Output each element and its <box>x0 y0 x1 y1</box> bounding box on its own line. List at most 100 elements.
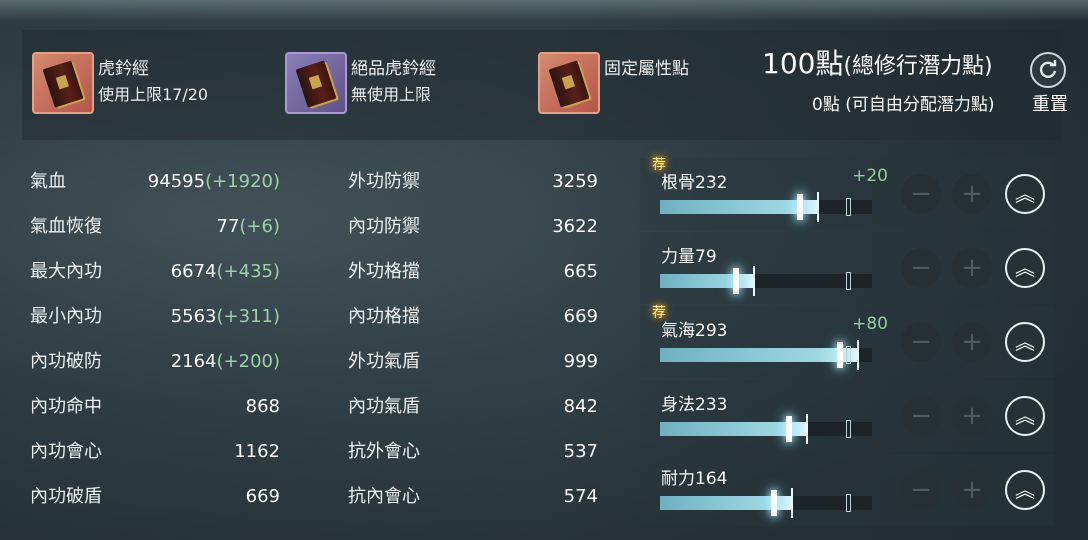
stat-value: 77 <box>216 216 240 237</box>
attribute-bar <box>660 192 872 222</box>
attribute-bar-marker <box>846 198 851 216</box>
minus-icon: − <box>910 179 932 209</box>
stat-label: 內功破盾 <box>30 486 102 507</box>
attribute-added: +80 <box>852 314 888 334</box>
stat-row: 抗內會心 574 <box>348 482 600 512</box>
stat-value-group: 669 <box>246 482 280 512</box>
stat-label: 外功氣盾 <box>348 351 420 372</box>
stat-value: 842 <box>563 396 598 417</box>
attribute-bar-glow <box>837 342 843 368</box>
attribute-bar-fill <box>660 348 857 362</box>
attribute-bar-glow <box>733 268 739 294</box>
stat-row: 最小內功 5563(+311) <box>30 302 290 332</box>
decrease-button[interactable]: − <box>901 470 941 510</box>
stat-value: 3259 <box>552 171 598 192</box>
stat-row: 外功格擋 665 <box>348 257 600 287</box>
stat-label: 內功氣盾 <box>348 396 420 417</box>
attribute-name: 氣海293 <box>661 321 728 341</box>
plus-icon: + <box>961 253 983 283</box>
attribute-bar-glow <box>797 194 803 220</box>
stat-row: 內功會心 1162 <box>30 437 290 467</box>
stat-value: 3622 <box>552 216 598 237</box>
attribute-bar-marker <box>846 346 851 364</box>
attribute-name: 身法233 <box>661 395 728 415</box>
attribute-bar <box>660 488 872 518</box>
stat-value: 2164 <box>170 351 217 372</box>
stat-value-group: 94595(+1920) <box>148 167 280 197</box>
stat-bonus: (+311) <box>216 306 280 327</box>
stat-value: 574 <box>563 486 598 507</box>
stat-row: 外功防禦 3259 <box>348 167 600 197</box>
reset-button[interactable] <box>1030 52 1066 88</box>
increase-button[interactable]: + <box>952 174 992 214</box>
stat-row: 內功命中 868 <box>30 392 290 422</box>
attribute-bar-cap <box>806 414 808 444</box>
attribute-bar-cap <box>791 488 793 518</box>
item-premium-hu-qian-jing[interactable]: 絕品虎鈐經 無使用上限 <box>285 52 436 114</box>
double-chevron-up-icon: ︽ <box>1015 256 1035 280</box>
plus-icon: + <box>961 475 983 505</box>
stat-label: 最大內功 <box>30 261 102 282</box>
stat-label: 氣血 <box>30 171 66 192</box>
stat-row: 最大內功 6674(+435) <box>30 257 290 287</box>
double-chevron-up-icon: ︽ <box>1015 404 1035 428</box>
stat-label: 內功防禦 <box>348 216 420 237</box>
stat-value-group: 1162 <box>234 437 280 467</box>
attribute-row: 荐 氣海293 +80 − + ︽ <box>640 305 1054 378</box>
stat-value: 6674 <box>170 261 217 282</box>
stat-label: 內功會心 <box>30 441 102 462</box>
stat-value-group: 6674(+435) <box>171 257 280 287</box>
max-button[interactable]: ︽ <box>1005 248 1045 288</box>
stat-value-group: 868 <box>246 392 280 422</box>
max-button[interactable]: ︽ <box>1005 396 1045 436</box>
stat-label: 氣血恢復 <box>30 216 102 237</box>
attribute-bar-fill <box>660 422 806 436</box>
increase-button[interactable]: + <box>952 396 992 436</box>
minus-icon: − <box>910 253 932 283</box>
max-button[interactable]: ︽ <box>1005 322 1045 362</box>
stat-label: 最小內功 <box>30 306 102 327</box>
stat-row: 氣血 94595(+1920) <box>30 167 290 197</box>
max-button[interactable]: ︽ <box>1005 470 1045 510</box>
attribute-added: +20 <box>852 166 888 186</box>
attribute-bar-cap <box>753 266 755 296</box>
increase-button[interactable]: + <box>952 470 992 510</box>
decrease-button[interactable]: − <box>901 322 941 362</box>
decrease-button[interactable]: − <box>901 174 941 214</box>
stat-bonus: (+1920) <box>205 171 280 192</box>
attribute-bar <box>660 414 872 444</box>
increase-button[interactable]: + <box>952 248 992 288</box>
stat-row: 內功破防 2164(+200) <box>30 347 290 377</box>
item-fixed-attribute-points[interactable]: 固定屬性點 <box>538 52 689 114</box>
stat-row: 氣血恢復 77(+6) <box>30 212 290 242</box>
max-button[interactable]: ︽ <box>1005 174 1045 214</box>
potential-points-label: (總修行潛力點) <box>843 54 993 79</box>
stat-value-group: 2164(+200) <box>171 347 280 377</box>
stat-label: 內功破防 <box>30 351 102 372</box>
attribute-row: 力量79 − + ︽ <box>640 232 1054 304</box>
double-chevron-up-icon: ︽ <box>1015 478 1035 502</box>
increase-button[interactable]: + <box>952 322 992 362</box>
decrease-button[interactable]: − <box>901 396 941 436</box>
refresh-icon <box>1039 60 1057 78</box>
minus-icon: − <box>910 475 932 505</box>
attribute-bar-cap <box>857 340 859 370</box>
reset-label[interactable]: 重置 <box>1032 90 1068 116</box>
attribute-bar-marker <box>846 494 851 512</box>
red-book-icon <box>538 52 600 114</box>
attribute-bar-glow <box>771 490 777 516</box>
attribute-bar-cap <box>817 192 819 222</box>
stat-label: 內功命中 <box>30 396 102 417</box>
stat-value-group: 77(+6) <box>217 212 281 242</box>
attribute-row: 荐 根骨232 +20 − + ︽ <box>640 157 1054 230</box>
stat-bonus: (+435) <box>216 261 280 282</box>
attribute-bar-fill <box>660 274 753 288</box>
item-hu-qian-jing[interactable]: 虎鈐經 使用上限17/20 <box>32 52 208 114</box>
decrease-button[interactable]: − <box>901 248 941 288</box>
plus-icon: + <box>961 327 983 357</box>
attribute-bar-fill <box>660 200 817 214</box>
stat-label: 外功防禦 <box>348 171 420 192</box>
top-band <box>0 0 1088 22</box>
free-potential-points: 0點 (可自由分配潛力點) <box>812 95 995 115</box>
minus-icon: − <box>910 327 932 357</box>
